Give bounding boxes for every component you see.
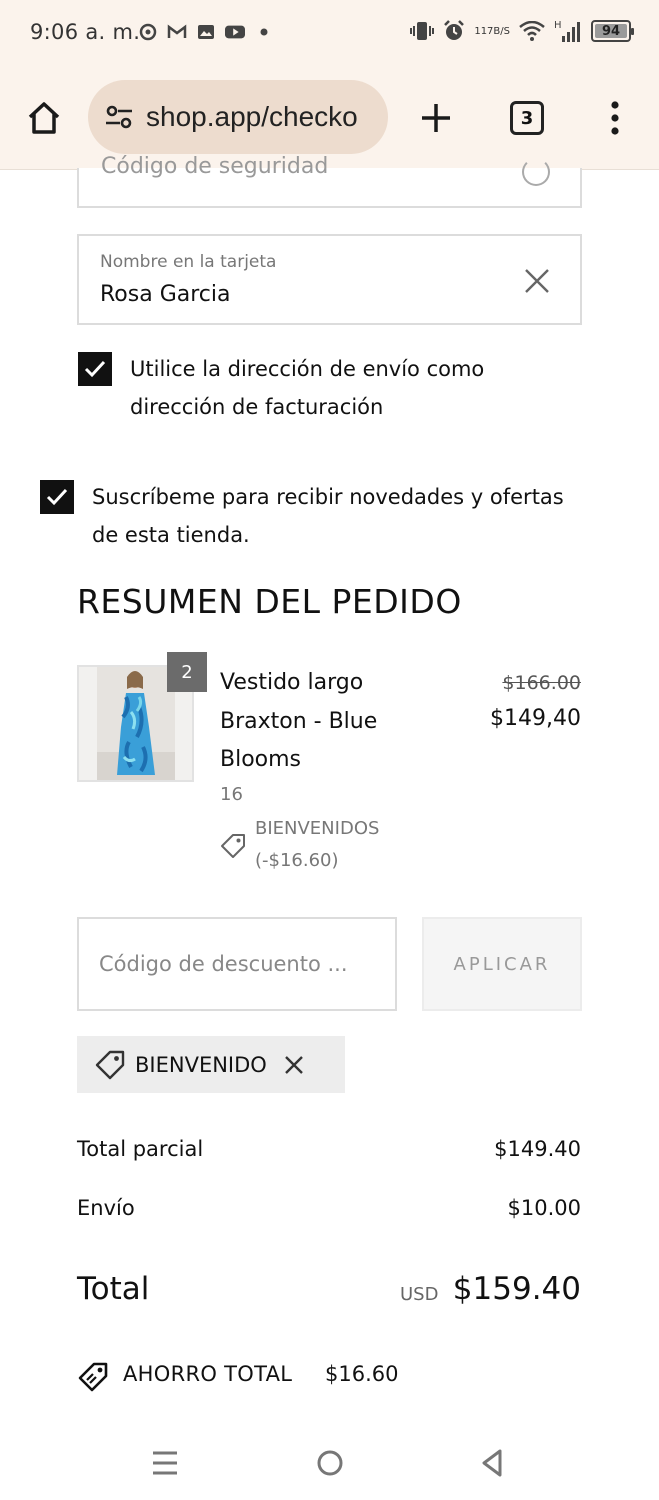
- youtube-icon: [225, 22, 245, 42]
- check-icon: [46, 488, 68, 506]
- name-on-card-value[interactable]: Rosa Garcia: [100, 282, 230, 307]
- browser-menu-button[interactable]: [598, 96, 632, 140]
- home-icon: [28, 102, 60, 134]
- recents-icon: [153, 1451, 177, 1475]
- site-settings-icon[interactable]: [102, 100, 136, 134]
- product-variant: 16: [220, 784, 243, 805]
- subscribe-checkbox[interactable]: [40, 480, 74, 514]
- back-button[interactable]: [472, 1445, 512, 1481]
- more-vert-icon: [611, 101, 619, 135]
- battery-icon: 94: [591, 18, 634, 44]
- order-summary-title: RESUMEN DEL PEDIDO: [77, 582, 462, 621]
- total-savings-label: AHORRO TOTAL: [123, 1362, 293, 1386]
- browser-toolbar: shop.app/checko 3: [0, 66, 659, 170]
- clear-icon[interactable]: [522, 266, 552, 296]
- name-on-card-label: Nombre en la tarjeta: [100, 252, 277, 272]
- system-icons: 117 B/S H 94: [410, 18, 634, 44]
- security-code-field[interactable]: Código de seguridad: [77, 154, 582, 208]
- help-icon[interactable]: [522, 158, 550, 186]
- quantity-badge: 2: [167, 652, 207, 692]
- alarm-icon: [443, 18, 465, 44]
- applied-discount-chip: BIENVENIDO: [77, 1036, 345, 1093]
- url-text: shop.app/checko: [146, 101, 358, 132]
- remove-discount-button[interactable]: [281, 1052, 307, 1078]
- check-icon: [84, 360, 106, 378]
- total-label: Total: [77, 1271, 150, 1307]
- gallery-icon: [196, 22, 216, 42]
- recents-button[interactable]: [145, 1445, 185, 1481]
- home-button[interactable]: [22, 96, 66, 140]
- home-nav-button[interactable]: [310, 1445, 350, 1481]
- product-name: Vestido largo Braxton - Blue Blooms: [220, 670, 378, 772]
- tab-switcher-button[interactable]: 3: [510, 101, 544, 135]
- total-currency: USD: [400, 1284, 439, 1305]
- dot-icon: [254, 22, 274, 42]
- system-nav-bar: [0, 1425, 659, 1500]
- network-speed: 117 B/S: [474, 25, 510, 37]
- status-bar: 9:06 a. m. 117 B/S H 94: [0, 0, 659, 66]
- total-savings-value: $16.60: [325, 1362, 399, 1386]
- item-discount-code: BIENVENIDOS: [255, 818, 380, 839]
- wifi-icon: [519, 18, 545, 44]
- tag-icon: [95, 1050, 125, 1079]
- applied-discount-code: BIENVENIDO: [135, 1052, 267, 1077]
- shield-icon: [138, 22, 158, 42]
- notification-icons: [138, 22, 274, 42]
- subscribe-label[interactable]: Suscríbeme para recibir novedades y ofer…: [92, 478, 564, 554]
- close-icon: [284, 1055, 303, 1074]
- gmail-icon: [167, 22, 187, 42]
- circle-home-icon: [317, 1450, 343, 1476]
- status-time: 9:06 a. m.: [30, 20, 141, 44]
- discount-code-input[interactable]: Código de descuento ...: [77, 917, 397, 1011]
- shipping-value: $10.00: [507, 1196, 581, 1220]
- billing-same-label[interactable]: Utilice la dirección de envío como direc…: [130, 350, 484, 426]
- signal-icon: H: [554, 18, 582, 44]
- vibrate-icon: [410, 18, 435, 44]
- tag-icon: [221, 834, 245, 858]
- address-bar[interactable]: shop.app/checko: [88, 80, 388, 154]
- subtotal-label: Total parcial: [77, 1137, 204, 1161]
- original-price: $166.00: [502, 672, 581, 694]
- apply-discount-button[interactable]: APLICAR: [422, 917, 582, 1011]
- discounted-price: $149,40: [490, 706, 581, 731]
- shipping-label: Envío: [77, 1196, 135, 1220]
- back-triangle-icon: [482, 1449, 502, 1477]
- total-value: $159.40: [452, 1271, 581, 1307]
- security-code-placeholder: Código de seguridad: [101, 154, 329, 179]
- plus-icon: [422, 104, 450, 132]
- savings-tag-icon: [78, 1362, 108, 1392]
- svg-text:H: H: [554, 20, 562, 31]
- item-discount-amount: (-$16.60): [255, 850, 339, 871]
- name-on-card-field[interactable]: Nombre en la tarjeta Rosa Garcia: [77, 234, 582, 325]
- new-tab-button[interactable]: [414, 96, 458, 140]
- billing-same-checkbox[interactable]: [78, 352, 112, 386]
- subtotal-value: $149.40: [494, 1137, 581, 1161]
